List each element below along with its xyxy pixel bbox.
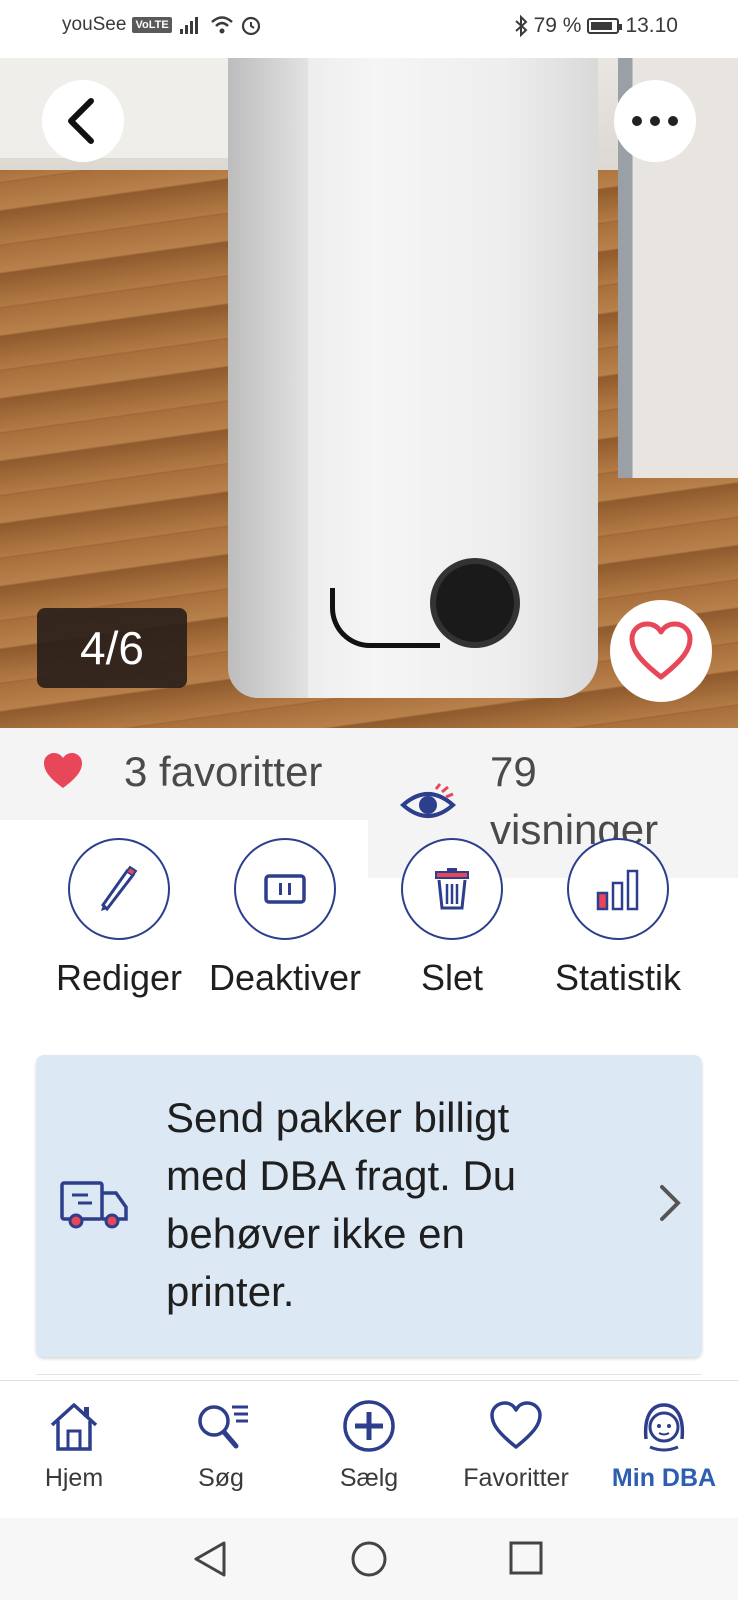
more-options-button[interactable] xyxy=(614,80,696,162)
system-navigation-bar xyxy=(0,1518,738,1600)
edit-button[interactable] xyxy=(68,838,170,940)
signal-icon xyxy=(179,17,198,34)
nav-search-label: Søg xyxy=(198,1464,244,1492)
eye-icon xyxy=(400,783,456,818)
home-circle-icon[interactable] xyxy=(350,1540,388,1578)
home-icon xyxy=(50,1403,98,1451)
nav-home[interactable]: Hjem xyxy=(0,1399,148,1493)
photo-cable xyxy=(330,588,440,648)
photo-appliance-side xyxy=(228,58,308,698)
statistics-action[interactable]: Statistik xyxy=(535,838,701,1004)
statistics-button[interactable] xyxy=(567,838,669,940)
profile-icon xyxy=(643,1403,685,1452)
shipping-promo-text: Send pakker billigt med DBA fragt. Du be… xyxy=(166,1094,517,1315)
status-left: youSee VoLTE xyxy=(62,14,262,36)
edit-action[interactable]: Rediger xyxy=(36,838,202,1004)
nav-my-dba-label: Min DBA xyxy=(611,1464,717,1492)
heart-filled-icon xyxy=(44,753,82,788)
bar-chart-icon xyxy=(596,869,639,911)
bottom-navigation: Hjem Søg Sælg Favoritter Min DBA xyxy=(0,1380,738,1518)
search-icon xyxy=(198,1405,248,1449)
volte-badge: VoLTE xyxy=(132,17,172,33)
battery-icon xyxy=(587,18,623,34)
favorites-count: 3 favoritter xyxy=(124,748,323,795)
trash-icon xyxy=(435,868,469,910)
nav-home-label: Hjem xyxy=(44,1464,104,1492)
truck-icon xyxy=(60,1181,128,1229)
heart-icon xyxy=(490,1401,542,1449)
nav-search[interactable]: Søg xyxy=(147,1399,295,1493)
pencil-icon xyxy=(101,865,138,912)
heart-outline-icon xyxy=(629,621,693,680)
chevron-left-icon xyxy=(68,98,94,144)
battery-percent: 79 % xyxy=(533,14,582,37)
carrier-name: youSee xyxy=(62,14,127,35)
delete-button[interactable] xyxy=(401,838,503,940)
status-bar: youSee VoLTE 79 % 13.10 xyxy=(0,0,738,58)
wifi-icon xyxy=(210,16,233,34)
nav-sell-label: Sælg xyxy=(339,1464,399,1492)
delete-action[interactable]: Slet xyxy=(369,838,535,1004)
listing-photo[interactable]: 4/6 xyxy=(0,58,738,728)
photo-plug xyxy=(430,558,520,648)
recents-square-icon[interactable] xyxy=(508,1540,544,1576)
photo-counter: 4/6 xyxy=(37,608,187,688)
favorite-button[interactable] xyxy=(610,600,712,702)
nav-my-dba[interactable]: Min DBA xyxy=(590,1399,738,1493)
delete-label: Slet xyxy=(420,957,484,998)
alarm-icon xyxy=(241,16,260,36)
edit-label: Rediger xyxy=(55,957,183,998)
clock: 13.10 xyxy=(625,14,678,37)
nav-favorites[interactable]: Favoritter xyxy=(442,1399,590,1493)
deactivate-button[interactable] xyxy=(234,838,336,940)
nav-sell[interactable]: Sælg xyxy=(295,1399,443,1493)
shipping-promo-card[interactable]: Send pakker billigt med DBA fragt. Du be… xyxy=(36,1055,702,1357)
plus-circle-icon xyxy=(343,1400,395,1452)
statistics-label: Statistik xyxy=(554,957,682,998)
pause-icon xyxy=(264,874,306,904)
deactivate-label: Deaktiver xyxy=(208,957,362,998)
back-triangle-icon[interactable] xyxy=(192,1540,228,1578)
back-button[interactable] xyxy=(42,80,124,162)
deactivate-action[interactable]: Deaktiver xyxy=(202,838,368,1004)
more-dots-icon xyxy=(632,116,678,126)
bluetooth-icon xyxy=(514,15,528,37)
views-count: 79 xyxy=(490,748,537,795)
nav-favorites-label: Favoritter xyxy=(463,1464,569,1492)
status-right: 79 % 13.10 xyxy=(514,14,678,38)
chevron-right-icon xyxy=(660,1185,681,1221)
